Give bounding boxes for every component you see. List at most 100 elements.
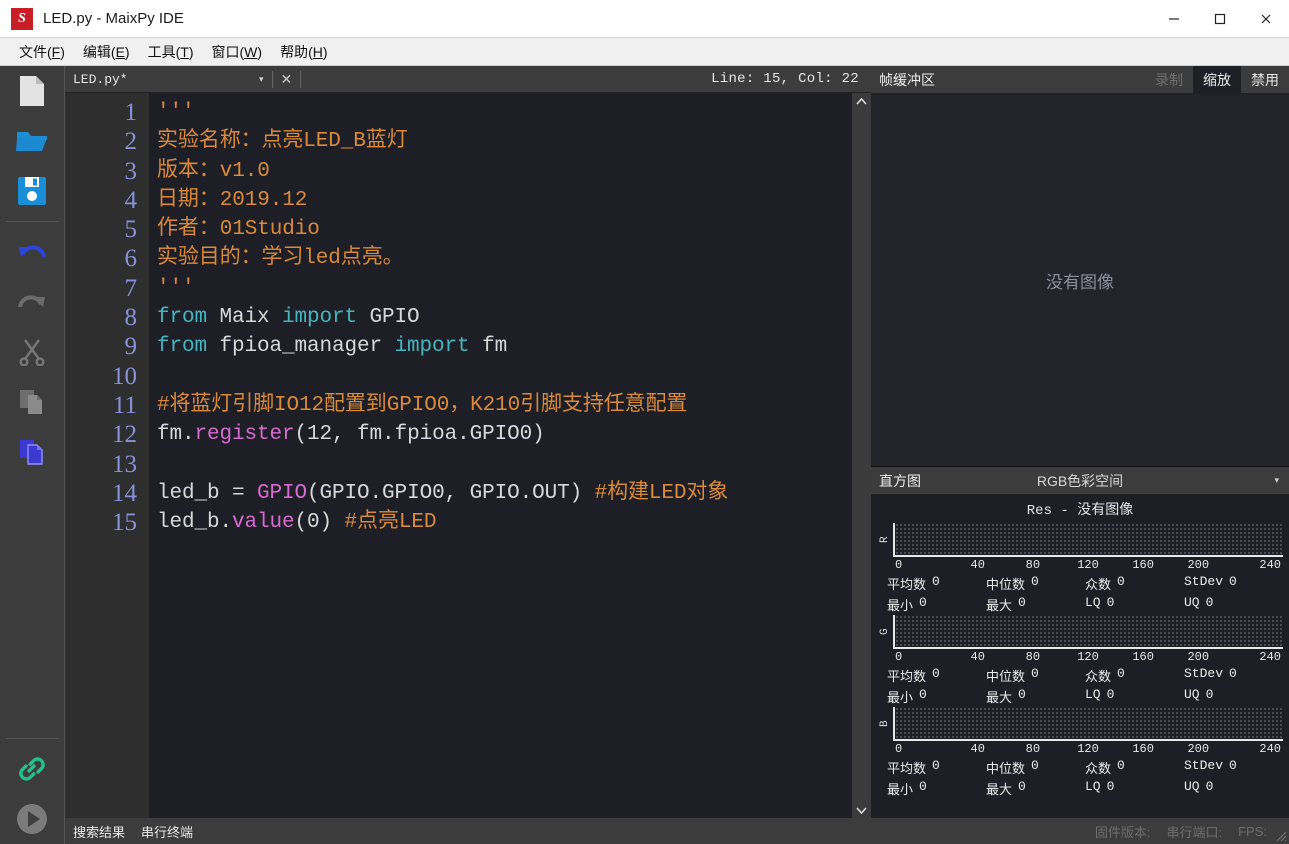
- histogram-axis-ticks: 0 40 80 120 160 200 240: [877, 742, 1283, 756]
- stat-label: 众数: [1085, 577, 1112, 592]
- editor-vertical-scrollbar[interactable]: [849, 93, 871, 818]
- toolbar-divider-bottom: [5, 738, 59, 739]
- code-line[interactable]: [157, 362, 871, 391]
- menu-item-window[interactable]: 窗口(W): [203, 39, 272, 65]
- code-line[interactable]: 实验名称：点亮LED_B蓝灯: [157, 127, 871, 156]
- stat-value: 0: [1018, 779, 1026, 794]
- bottom-tab-search-results[interactable]: 搜索结果: [65, 822, 133, 841]
- menu-item-file[interactable]: 文件(F): [10, 39, 74, 65]
- stat-value: 0: [1106, 687, 1115, 702]
- bottom-tab-serial-terminal[interactable]: 串行终端: [133, 822, 201, 841]
- open-folder-icon: [16, 132, 47, 151]
- code-token: import: [394, 335, 470, 359]
- code-line[interactable]: fm.register(12, fm.fpioa.GPIO0): [157, 420, 871, 449]
- copy-icon: [20, 390, 42, 414]
- axis-tick-label: 0: [895, 650, 903, 664]
- open-file-button[interactable]: [0, 116, 65, 166]
- stat-label: 中位数: [986, 577, 1026, 592]
- line-number: 15: [112, 509, 137, 537]
- code-line[interactable]: led_b.value(0) #点亮LED: [157, 508, 871, 537]
- menu-accel: W: [244, 43, 258, 60]
- histogram-plot-row: G: [877, 615, 1283, 649]
- code-token: from: [157, 335, 208, 359]
- tab-dropdown-icon[interactable]: ▾: [251, 74, 272, 85]
- stat-label: 最小: [887, 598, 914, 613]
- redo-button[interactable]: [0, 277, 65, 327]
- histogram-stat-mode: 众数 0: [1085, 758, 1184, 777]
- histogram-dropdown-icon[interactable]: ▾: [1274, 475, 1289, 486]
- line-number: 1: [124, 99, 138, 126]
- line-number: 13: [112, 450, 137, 478]
- code-line[interactable]: 版本：v1.0: [157, 157, 871, 186]
- code-token: #构建LED对象: [594, 481, 729, 505]
- histogram-stat-uq: UQ 0: [1184, 687, 1283, 706]
- framebuffer-zoom-button[interactable]: 缩放: [1193, 65, 1241, 94]
- axis-tick-label: 80: [1025, 650, 1041, 664]
- close-button[interactable]: [1243, 0, 1289, 38]
- histogram-body: Res - 没有图像 R 0 40 80 120 160 200 240 平均数 0 中位数 0 众数 0…: [871, 495, 1289, 843]
- code-line[interactable]: ''': [157, 98, 871, 127]
- histogram-stat-mode: 众数 0: [1085, 574, 1184, 593]
- tab-close-icon[interactable]: ✕: [273, 71, 301, 88]
- histogram-stat-mean: 平均数 0: [887, 666, 986, 685]
- stat-value: 0: [1018, 687, 1026, 702]
- app-logo-icon: S: [11, 7, 33, 30]
- cut-button[interactable]: [0, 327, 65, 377]
- bottom-tab-bar: 搜索结果 串行终端: [65, 818, 871, 844]
- maximize-button[interactable]: [1197, 0, 1243, 38]
- code-line[interactable]: 日期：2019.12: [157, 186, 871, 215]
- code-token: 作者：01Studio: [157, 218, 320, 242]
- firmware-version-status: 固件版本:: [1094, 824, 1151, 840]
- line-number: 4: [124, 186, 138, 214]
- code-editor[interactable]: 1 2 3 4 5 6 7 8 9 10 11 12 13 14 15 ''' 实验名称：点亮LED_B蓝灯版…: [65, 93, 871, 818]
- stat-label: UQ: [1184, 595, 1200, 610]
- histogram-stat-row: 最小 0 最大 0 LQ 0 UQ 0: [877, 779, 1283, 798]
- code-line[interactable]: 作者：01Studio: [157, 215, 871, 244]
- code-text-area[interactable]: ''' 实验名称：点亮LED_B蓝灯版本：v1.0 日期：2019.12 作者：01S…: [149, 93, 871, 818]
- code-line[interactable]: 实验目的：学习led点亮。: [157, 244, 871, 273]
- maximize-icon: [1214, 13, 1226, 24]
- new-file-button[interactable]: [0, 66, 65, 116]
- run-button[interactable]: [0, 794, 65, 844]
- framebuffer-record-button[interactable]: 录制: [1145, 66, 1193, 94]
- window-title: LED.py - MaixPy IDE: [43, 10, 184, 27]
- framebuffer-disable-button[interactable]: 禁用: [1241, 66, 1289, 94]
- connect-button[interactable]: [0, 744, 65, 794]
- stat-value: 0: [1117, 666, 1125, 681]
- framebuffer-view[interactable]: 没有图像: [871, 94, 1289, 467]
- histogram-tab[interactable]: 直方图: [871, 471, 921, 491]
- stat-label: UQ: [1184, 687, 1200, 702]
- menu-label: 编辑: [82, 43, 111, 60]
- menu-item-edit[interactable]: 编辑(E): [74, 39, 139, 65]
- code-token: (12, fm.fpioa.GPIO0): [294, 423, 545, 447]
- scroll-down-icon[interactable]: [852, 802, 871, 818]
- code-line[interactable]: [157, 450, 871, 479]
- paste-button[interactable]: [0, 427, 65, 477]
- histogram-stat-row: 平均数 0 中位数 0 众数 0 StDev 0: [877, 666, 1283, 685]
- code-line[interactable]: from Maix import GPIO: [157, 303, 871, 332]
- new-file-icon: [20, 76, 44, 106]
- copy-button[interactable]: [0, 377, 65, 427]
- code-token: ''': [157, 101, 195, 124]
- code-line[interactable]: led_b = GPIO(GPIO.GPIO0, GPIO.OUT) #构建LE…: [157, 479, 871, 508]
- scrollbar-track[interactable]: [852, 109, 871, 802]
- menu-item-help[interactable]: 帮助(H): [271, 39, 336, 65]
- code-line[interactable]: ''': [157, 274, 871, 303]
- histogram-stat-row: 平均数 0 中位数 0 众数 0 StDev 0: [877, 574, 1283, 593]
- editor-tab-led-py[interactable]: LED.py*: [65, 72, 251, 87]
- undo-button[interactable]: [0, 227, 65, 277]
- histogram-channel-label: B: [879, 720, 891, 728]
- save-button[interactable]: [0, 166, 65, 216]
- scroll-up-icon[interactable]: [852, 93, 871, 109]
- code-token: 版本：v1.0: [157, 159, 270, 183]
- minimize-button[interactable]: [1151, 0, 1197, 38]
- code-line[interactable]: from fpioa_manager import fm: [157, 332, 871, 361]
- line-number: 9: [124, 333, 138, 361]
- histogram-stat-median: 中位数 0: [986, 758, 1085, 777]
- code-line[interactable]: #将蓝灯引脚IO12配置到GPIO0，K210引脚支持任意配置: [157, 391, 871, 420]
- histogram-plot-row: R: [877, 523, 1283, 557]
- window-resize-grip-icon[interactable]: [1273, 828, 1287, 842]
- stat-label: 中位数: [986, 761, 1026, 776]
- stat-value: 0: [919, 595, 927, 610]
- menu-item-tools[interactable]: 工具(T): [139, 39, 203, 65]
